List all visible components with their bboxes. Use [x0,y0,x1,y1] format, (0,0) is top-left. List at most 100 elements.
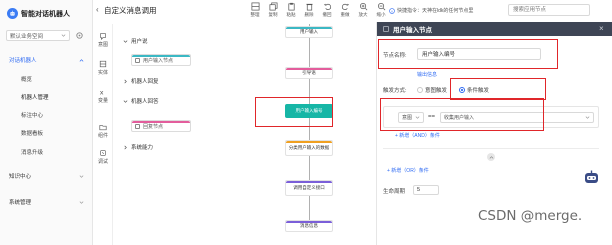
chevron-right-icon [124,79,127,83]
page-title: 自定义消息调用 [104,6,157,15]
canvas-toolbar: 整理 复制 粘贴 删除 撤回 重做 放大 缩小 [246,0,390,22]
rail-component[interactable]: 组件 [93,123,113,139]
folder-icon [99,125,107,131]
nav-item-bot-management[interactable]: 机器人管理 [21,93,49,101]
flow-node-message[interactable]: 消息信息 [285,220,333,232]
add-or-condition-link[interactable]: + 新增（OR）条件 [387,167,429,174]
zoom-in-button[interactable]: 放大 [354,0,372,22]
nav-item-overview[interactable]: 概览 [21,75,32,83]
delete-button[interactable]: 删除 [300,0,318,22]
assistant-robot-icon[interactable] [583,170,600,185]
highlight-frame [380,98,544,131]
undo-icon [323,3,331,10]
nav-item-dashboard[interactable]: 数据看板 [21,129,43,137]
component-user-input-node[interactable]: 用户输入节点 [131,54,191,66]
category-bot-answer[interactable]: 机器人回答 [123,96,201,106]
trigger-label: 触发方式: [383,88,407,94]
rail-debug[interactable]: 调试 [93,149,113,165]
layout-icon [251,2,259,11]
nav-item-annotation[interactable]: 标注中心 [21,111,43,119]
copy-button[interactable]: 复制 [264,0,282,22]
collapse-button[interactable] [487,153,495,161]
info-icon [389,7,395,14]
node-checkbox[interactable] [383,26,389,32]
highlight-frame [450,78,546,100]
redo-icon [341,3,349,10]
debug-icon [100,150,106,156]
category-user-says[interactable]: 用户说 [123,36,201,46]
tenant-select-value: 默认业务空间 [10,33,44,40]
flow-node-classify[interactable]: 分类用户输入的数据 [285,140,333,156]
component-reply-node[interactable]: 回复节点 [131,120,191,132]
node-search-input[interactable] [508,4,590,16]
app-name: 智能对话机器人 [21,10,70,18]
flow-node-guide[interactable]: 引导语 [285,67,333,79]
category-bot-reply[interactable]: 机器人回复 [123,76,201,86]
undo-button[interactable]: 撤回 [318,0,336,22]
settings-gear-icon[interactable] [75,31,84,40]
nav-group-system[interactable]: 系统管理 [0,196,93,208]
chevron-right-icon [124,145,127,149]
lifetime-label: 生命周期 [383,189,406,195]
component-rail: 意图 实体 x 变量 组件 调试 [93,24,113,245]
watermark: CSDN @merge. [478,208,583,224]
rail-intent[interactable]: 意图 [93,32,113,48]
node-block-icon [135,57,140,63]
node-stripe [286,141,332,143]
trash-icon [305,3,313,11]
rail-variable[interactable]: x 变量 [93,88,113,104]
tenant-select[interactable]: 默认业务空间 [6,30,70,41]
radio-dot [417,87,423,93]
highlight-frame [378,39,558,69]
node-block-icon [135,123,140,129]
copy-icon [269,2,277,11]
zoom-out-icon [377,2,385,11]
flow-canvas[interactable]: 用户输入 引导语 用户输入编号 分类用户输入的数据 调用自定义接口 消息信息 [201,24,376,245]
chevron-up-icon [79,58,84,62]
zoom-out-button[interactable]: 缩小 [372,0,390,22]
nav-item-escalation[interactable]: 消息升级 [21,148,43,156]
back-button[interactable]: ‹ [96,5,99,14]
chevron-down-icon [123,99,128,103]
node-stripe [286,68,332,70]
zoom-in-icon [359,2,367,11]
redo-button[interactable]: 重做 [336,0,354,22]
app-sidebar: 智能对话机器人 默认业务空间 对话机器人 概览 机器人管理 标注中心 数据看板 … [0,0,93,245]
app-logo[interactable]: 智能对话机器人 [7,8,70,19]
component-panel: 用户说 用户输入节点 机器人回复 机器人回答 回复节点 系统能力 [113,24,201,164]
node-stripe [286,181,332,183]
node-stripe [132,55,190,57]
svg-text:x: x [100,88,104,96]
chevron-down-icon [123,39,128,43]
rail-entity[interactable]: 实体 [93,60,113,76]
add-and-condition-link[interactable]: + 新增（AND）条件 [395,132,440,139]
property-panel-header: 用户输入节点 [377,22,612,36]
highlight-frame [255,97,333,127]
chevron-down-icon [61,34,66,37]
lifetime-input[interactable] [413,185,439,195]
collapse-icon [489,155,493,159]
divider [383,148,599,149]
flow-node-custom-api[interactable]: 调用自定义接口 [285,180,333,196]
trigger-intent-radio[interactable]: 意图触发 [417,86,447,94]
tidy-button[interactable]: 整理 [246,0,264,22]
intent-icon [100,33,106,40]
chevron-down-icon [585,116,590,119]
variable-icon: x [100,88,104,96]
property-panel-title: 用户输入节点 [393,27,432,34]
flow-node-user-input[interactable]: 用户输入 [285,26,333,38]
nav-group-knowledge[interactable]: 知识中心 [0,170,93,182]
close-icon[interactable]: × [599,24,604,33]
chevron-down-icon [79,174,84,178]
robot-logo-icon [7,8,18,19]
paste-button[interactable]: 粘贴 [282,0,300,22]
entity-icon [99,60,107,68]
chevron-down-icon [79,200,84,204]
nav-group-chatbot[interactable]: 对话机器人 [0,54,93,66]
node-stripe [286,221,332,223]
category-system[interactable]: 系统能力 [123,142,201,152]
shortcut-tip: 快捷指令：天神在ldk的任何节点里 [389,7,473,14]
output-info-link[interactable]: 输出信息 [417,71,437,78]
node-stripe [286,27,332,29]
paste-icon [287,2,295,11]
